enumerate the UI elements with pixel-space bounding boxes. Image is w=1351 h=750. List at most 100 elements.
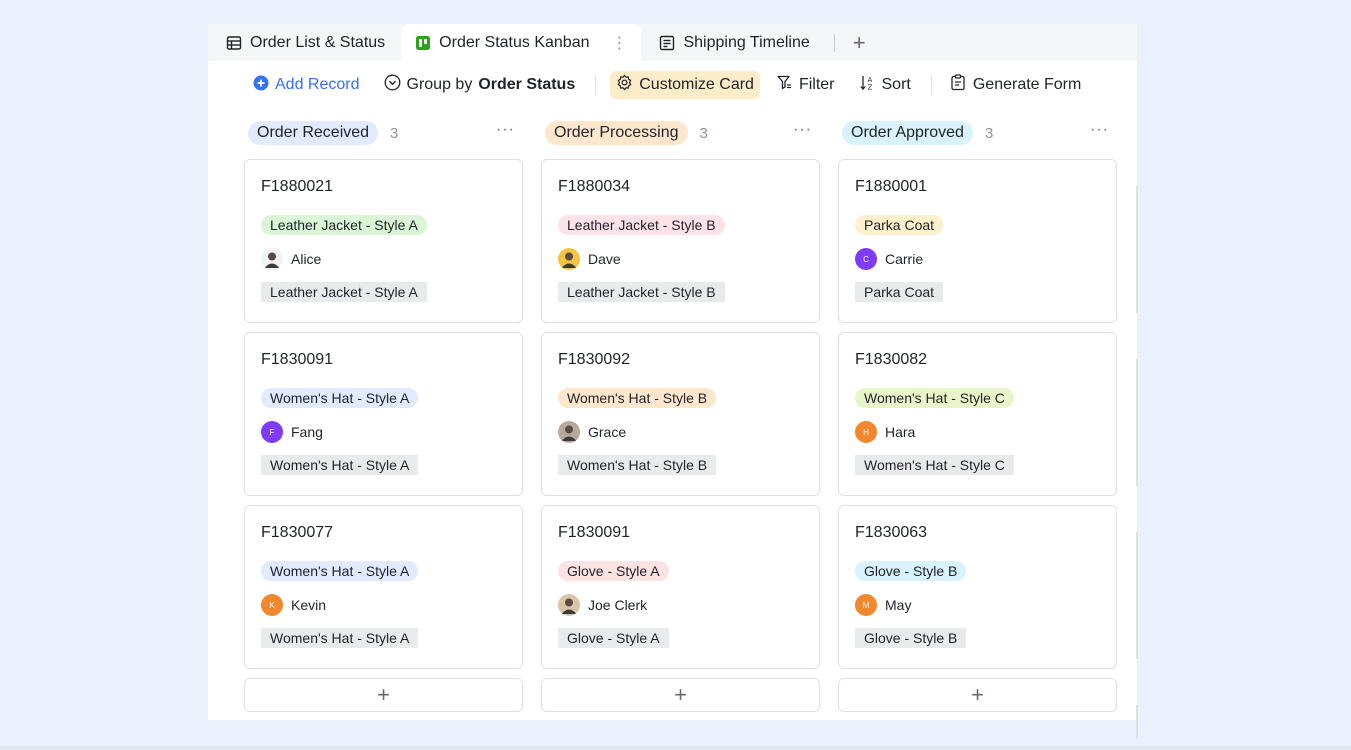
tab-shipping-timeline[interactable]: Shipping Timeline [641,24,823,61]
product-tag: Women's Hat - Style A [261,388,419,408]
toolbar-divider [595,75,597,95]
page-bottom-divider [0,746,1351,750]
avatar-photo-icon [558,594,580,616]
assignee: F Fang [261,420,522,444]
product-tag: Parka Coat [855,215,944,235]
avatar: K [261,594,283,616]
tab-order-list[interactable]: Order List & Status [208,24,399,61]
kanban-card[interactable]: F1880034 Leather Jacket - Style B Dave L… [541,159,820,323]
filter-button[interactable]: Filter [772,71,839,99]
kanban-card[interactable]: F1830091 Glove - Style A Joe Clerk Glove… [541,505,820,669]
assignee-name: May [885,597,912,613]
filter-label: Filter [798,76,835,93]
next-column-edge [1136,359,1138,486]
kanban-column-order-received: Order Received 3 ··· F1880021 Leather Ja… [244,109,523,712]
view-tab-bar: Order List & Status Order Status Kanban … [208,24,1137,61]
column-count: 3 [984,124,994,142]
sort-button[interactable]: AZ Sort [855,71,915,99]
product-tag: Women's Hat - Style A [261,561,419,581]
kanban-card[interactable]: F1880001 Parka Coat C Carrie Parka Coat [838,159,1117,323]
kanban-icon [415,35,431,51]
customize-card-button[interactable]: Customize Card [610,71,760,99]
product-tag: Glove - Style B [855,561,967,581]
add-view-button[interactable]: + [841,24,878,61]
column-header: Order Processing 3 ··· [541,109,820,157]
kanban-card[interactable]: F1830092 Women's Hat - Style B Grace Wom… [541,332,820,496]
avatar-photo-icon [261,248,283,270]
order-id: F1830063 [855,524,928,541]
avatar: H [855,421,877,443]
sort-label: Sort [881,76,911,93]
kanban-card[interactable]: F1830091 Women's Hat - Style A F Fang Wo… [244,332,523,496]
order-id: F1880034 [558,178,631,195]
product-tag: Leather Jacket - Style B [558,215,725,235]
sort-icon: AZ [859,74,876,96]
add-record-label: Add Record [275,76,360,93]
group-by-button[interactable]: Group by Order Status [380,71,580,99]
assignee: Dave [558,247,819,271]
add-card-button[interactable]: + [838,678,1117,712]
order-id: F1830091 [261,351,334,368]
assignee-name: Hara [885,424,916,440]
column-count: 3 [699,124,708,142]
assignee-name: Alice [291,251,322,267]
svg-text:Z: Z [867,84,872,92]
status-pill[interactable]: Order Approved [842,121,973,145]
add-record-button[interactable]: Add Record [249,71,364,99]
product-field: Women's Hat - Style A [261,455,419,475]
status-pill[interactable]: Order Received [248,121,379,145]
product-tag: Glove - Style A [558,561,669,581]
next-column-edge [1136,186,1138,313]
customize-card-label: Customize Card [639,76,754,93]
order-id: F1830091 [558,524,631,541]
assignee: Grace [558,420,819,444]
assignee-name: Dave [588,251,621,267]
assignee: H Hara [855,420,1116,444]
tab-divider [833,33,835,52]
assignee-name: Fang [291,424,323,440]
avatar: C [855,248,877,270]
product-field: Women's Hat - Style C [855,455,1014,475]
tab-label: Shipping Timeline [683,33,810,51]
product-tag: Women's Hat - Style B [558,388,717,408]
column-more-icon[interactable]: ··· [496,121,515,139]
avatar-photo-icon [558,421,580,443]
column-count: 3 [390,124,399,142]
column-more-icon[interactable]: ··· [793,121,812,139]
assignee-name: Joe Clerk [588,597,648,613]
generate-form-label: Generate Form [972,76,1082,93]
kanban-column-order-approved: Order Approved 3 ··· F1880001 Parka Coat… [838,109,1117,712]
kanban-card[interactable]: F1830077 Women's Hat - Style A K Kevin W… [244,505,523,669]
column-more-icon[interactable]: ··· [1090,121,1109,139]
column-header: Order Approved 3 ··· [838,109,1117,157]
tab-more-icon[interactable]: ⋮ [611,33,627,53]
status-pill[interactable]: Order Processing [545,121,688,145]
timeline-icon [659,35,675,51]
assignee: K Kevin [261,593,522,617]
kanban-card[interactable]: F1830063 Glove - Style B M May Glove - S… [838,505,1117,669]
form-icon [950,74,967,96]
tab-label: Order Status Kanban [439,33,590,51]
avatar: M [855,594,877,616]
product-field: Parka Coat [855,282,944,302]
tab-order-kanban[interactable]: Order Status Kanban ⋮ [401,24,642,61]
product-field: Women's Hat - Style A [261,628,419,648]
assignee: M May [855,593,1116,617]
plus-circle-icon [253,75,269,96]
gear-icon [616,74,633,96]
kanban-card[interactable]: F1830082 Women's Hat - Style C H Hara Wo… [838,332,1117,496]
kanban-card[interactable]: F1880021 Leather Jacket - Style A Alice … [244,159,523,323]
add-card-button[interactable]: + [541,678,820,712]
assignee-name: Kevin [291,597,327,613]
order-id: F1830077 [261,524,334,541]
order-id: F1830082 [855,351,928,368]
group-by-prefix: Group by [406,76,473,93]
generate-form-button[interactable]: Generate Form [946,71,1085,99]
order-id: F1830092 [558,351,631,368]
order-id: F1880021 [261,178,334,195]
kanban-column-order-processing: Order Processing 3 ··· F1880034 Leather … [541,109,820,712]
add-card-button[interactable]: + [244,678,523,712]
product-field: Glove - Style A [558,628,669,648]
assignee-name: Grace [588,424,627,440]
avatar: F [261,421,283,443]
